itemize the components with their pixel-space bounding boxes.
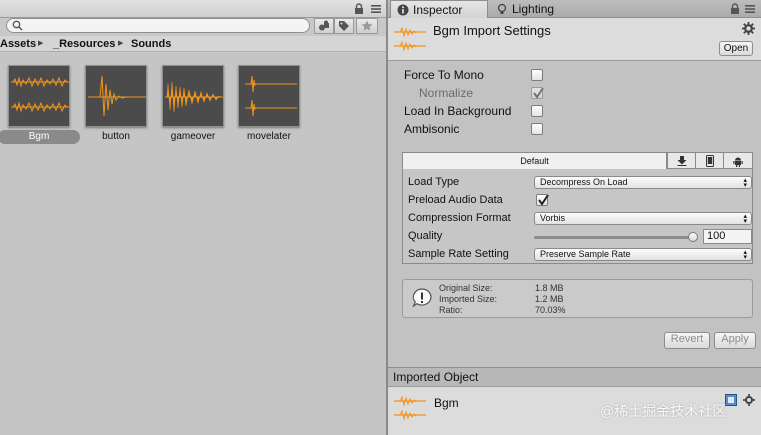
project-toolbar <box>0 0 386 18</box>
ratio-label: Ratio: <box>439 305 463 315</box>
ratio-value: 70.03% <box>535 305 566 315</box>
audio-waveform-thumbnail <box>85 65 147 127</box>
shapes-icon <box>319 20 329 31</box>
panel-menu-icon[interactable] <box>370 3 382 15</box>
audio-waveform-thumbnail <box>162 65 224 127</box>
compression-format-label: Compression Format <box>408 212 511 224</box>
normalize-checkbox <box>531 87 544 99</box>
filter-by-label-button[interactable] <box>334 18 354 34</box>
breadcrumb-item-assets[interactable]: Assets <box>0 36 36 52</box>
compression-format-value: Vorbis <box>540 213 566 223</box>
slider-thumb[interactable] <box>688 232 698 242</box>
favorite-button[interactable] <box>356 18 378 34</box>
tab-lighting[interactable]: Lighting <box>490 0 580 18</box>
help-book-icon[interactable] <box>725 394 737 406</box>
android-icon <box>732 157 743 167</box>
revert-button[interactable]: Revert <box>664 332 710 349</box>
ambisonic-label: Ambisonic <box>404 122 460 136</box>
ambisonic-checkbox[interactable] <box>531 123 543 135</box>
asset-label: gameover <box>170 131 216 142</box>
dropdown-arrows-icon: ▴ ▾ <box>743 249 747 261</box>
dropdown-arrows-icon: ▴ ▾ <box>743 177 747 189</box>
platform-tabs: Default <box>403 153 752 169</box>
breadcrumb-arrow-icon: ▶ <box>38 40 44 47</box>
dropdown-arrows-icon: ▴ ▾ <box>743 213 747 225</box>
project-panel: Assets ▶ _Resources ▶ Sounds Bgm button … <box>0 0 386 435</box>
download-icon <box>677 156 686 166</box>
mobile-icon <box>705 155 714 167</box>
tab-label: Lighting <box>512 2 555 16</box>
load-in-background-checkbox[interactable] <box>531 105 543 117</box>
inspector-tabbar: Inspector Lighting <box>388 0 761 19</box>
quality-label: Quality <box>408 230 443 242</box>
load-in-background-label: Load In Background <box>404 104 512 118</box>
asset-grid: Bgm button gameover movelater <box>0 53 386 435</box>
breadcrumb-item-resources[interactable]: _Resources <box>53 36 115 52</box>
lock-icon[interactable] <box>352 3 368 15</box>
tab-mobile[interactable] <box>695 153 723 169</box>
inspector-panel: Inspector Lighting Bgm Import Settings O… <box>388 0 761 435</box>
asset-label: Bgm <box>0 130 80 144</box>
tag-icon <box>339 21 349 31</box>
open-button[interactable]: Open <box>719 41 753 56</box>
load-type-label: Load Type <box>408 176 460 188</box>
watermark: @稀土掘金技术社区 <box>600 403 727 419</box>
tab-android[interactable] <box>723 153 751 169</box>
search-input[interactable] <box>25 19 305 32</box>
breadcrumb-item-sounds[interactable]: Sounds <box>131 36 171 52</box>
original-size-label: Original Size: <box>439 283 493 293</box>
gear-icon[interactable] <box>742 22 755 35</box>
checkmark-icon <box>533 87 544 99</box>
tab-default[interactable]: Default <box>403 153 667 169</box>
search-icon <box>12 20 23 31</box>
load-type-value: Decompress On Load <box>540 177 628 187</box>
quality-value-field[interactable]: 100 <box>703 229 752 244</box>
quality-slider[interactable] <box>534 232 700 242</box>
asset-label: button <box>102 131 130 142</box>
sample-rate-setting-dropdown[interactable]: Preserve Sample Rate ▴ ▾ <box>534 248 752 261</box>
quality-value: 100 <box>707 230 726 242</box>
slider-track <box>534 236 694 239</box>
apply-button[interactable]: Apply <box>714 332 756 349</box>
lighting-icon <box>497 3 507 14</box>
info-icon <box>397 4 409 16</box>
panel-menu-icon[interactable] <box>744 3 756 15</box>
load-type-dropdown[interactable]: Decompress On Load ▴ ▾ <box>534 176 752 189</box>
tab-label: Inspector <box>413 3 463 17</box>
search-field[interactable] <box>6 18 310 33</box>
import-settings-title: Bgm Import Settings <box>433 23 551 38</box>
asset-label: movelater <box>247 131 291 142</box>
filter-by-type-button[interactable] <box>314 18 334 34</box>
breadcrumb: Assets ▶ _Resources ▶ Sounds <box>0 36 386 52</box>
tab-inspector[interactable]: Inspector <box>390 0 488 19</box>
sample-rate-setting-label: Sample Rate Setting <box>408 248 509 260</box>
compression-format-dropdown[interactable]: Vorbis ▴ ▾ <box>534 212 752 225</box>
imported-object-header: Imported Object <box>388 367 761 387</box>
imported-size-label: Imported Size: <box>439 294 498 304</box>
force-to-mono-checkbox[interactable] <box>531 69 543 81</box>
preload-audio-data-checkbox[interactable] <box>536 194 549 206</box>
checkmark-icon <box>538 194 549 206</box>
lock-icon[interactable] <box>729 3 741 15</box>
audio-clip-icon <box>394 395 426 421</box>
audio-waveform-thumbnail <box>238 65 300 127</box>
tab-standalone[interactable] <box>667 153 695 169</box>
import-settings-header: Bgm Import Settings Open <box>388 18 761 61</box>
breadcrumb-arrow-icon: ▶ <box>118 40 124 47</box>
audio-clip-icon <box>394 26 426 52</box>
original-size-value: 1.8 MB <box>535 283 564 293</box>
preload-audio-data-label: Preload Audio Data <box>408 194 503 206</box>
sample-rate-setting-value: Preserve Sample Rate <box>540 249 631 259</box>
star-icon <box>361 20 373 31</box>
info-icon <box>412 288 432 308</box>
size-info-box: Original Size: 1.8 MB Imported Size: 1.2… <box>402 279 753 318</box>
imported-object-name: Bgm <box>434 396 459 410</box>
normalize-label: Normalize <box>419 86 474 100</box>
gear-icon[interactable] <box>743 394 755 406</box>
platform-settings: Default Load Type Decompress On Load ▴ ▾… <box>402 152 753 264</box>
audio-waveform-thumbnail <box>8 65 70 127</box>
imported-size-value: 1.2 MB <box>535 294 564 304</box>
force-to-mono-label: Force To Mono <box>404 68 484 82</box>
